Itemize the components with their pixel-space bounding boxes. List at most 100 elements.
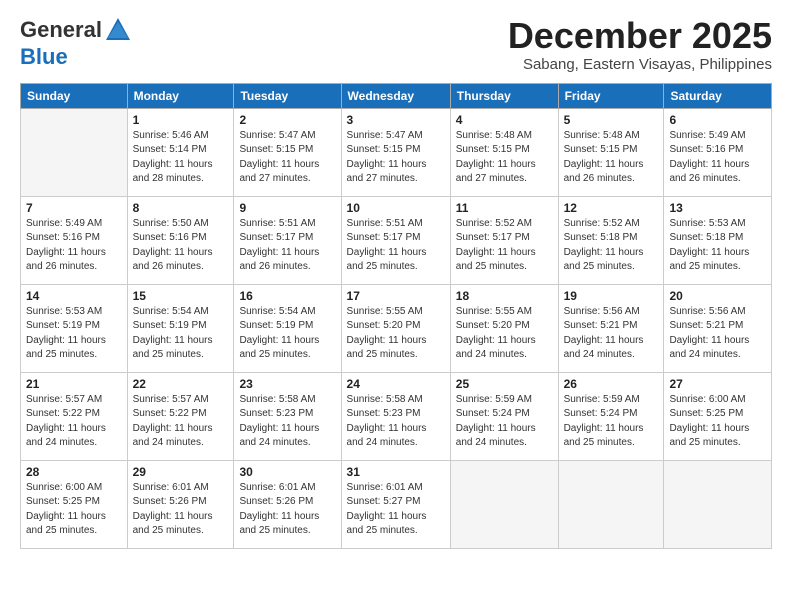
day-detail: Sunrise: 5:49 AM Sunset: 5:16 PM Dayligh… [669, 129, 766, 187]
calendar-cell: 27Sunrise: 6:00 AM Sunset: 5:25 PM Dayli… [664, 372, 772, 460]
day-detail: Sunrise: 5:56 AM Sunset: 5:21 PM Dayligh… [564, 305, 659, 363]
day-number: 2 [239, 113, 335, 127]
calendar-cell: 9 Sunrise: 5:51 AM Sunset: 5:17 PM Daylig… [234, 196, 341, 284]
day-detail: Sunrise: 5:59 AM Sunset: 5:24 PM Dayligh… [564, 393, 659, 451]
day-number: 18 [456, 289, 553, 303]
calendar-cell: 29Sunrise: 6:01 AM Sunset: 5:26 PM Dayli… [127, 460, 234, 548]
weekday-header-sunday: Sunday [21, 83, 128, 108]
day-detail: Sunrise: 5:55 AM Sunset: 5:20 PM Dayligh… [347, 305, 445, 363]
calendar-cell: 7Sunrise: 5:49 AM Sunset: 5:16 PM Daylig… [21, 196, 128, 284]
day-number: 17 [347, 289, 445, 303]
calendar-cell: 15 Sunrise: 5:54 AM Sunset: 5:19 PM Dayli… [127, 284, 234, 372]
day-number: 4 [456, 113, 553, 127]
calendar-cell [450, 460, 558, 548]
day-number: 20 [669, 289, 766, 303]
calendar-cell: 1 Sunrise: 5:46 AM Sunset: 5:14 PM Daylig… [127, 108, 234, 196]
calendar-cell: 14Sunrise: 5:53 AM Sunset: 5:19 PM Dayli… [21, 284, 128, 372]
day-detail: Sunrise: 5:58 AM Sunset: 5:23 PM Dayligh… [239, 393, 335, 451]
day-number: 14 [26, 289, 122, 303]
day-number: 8 [133, 201, 229, 215]
day-number: 25 [456, 377, 553, 391]
day-number: 9 [239, 201, 335, 215]
logo-icon [104, 16, 132, 44]
day-detail: Sunrise: 5:51 AM Sunset: 5:17 PM Dayligh… [239, 217, 335, 275]
logo-blue-text: Blue [20, 44, 68, 69]
day-detail: Sunrise: 5:49 AM Sunset: 5:16 PM Dayligh… [26, 217, 122, 275]
calendar-cell: 24 Sunrise: 5:58 AM Sunset: 5:23 PM Dayli… [341, 372, 450, 460]
day-detail: Sunrise: 5:51 AM Sunset: 5:17 PM Dayligh… [347, 217, 445, 275]
day-number: 12 [564, 201, 659, 215]
calendar-cell: 2 Sunrise: 5:47 AM Sunset: 5:15 PM Daylig… [234, 108, 341, 196]
weekday-header-monday: Monday [127, 83, 234, 108]
day-detail: Sunrise: 5:47 AM Sunset: 5:15 PM Dayligh… [347, 129, 445, 187]
calendar-cell: 19 Sunrise: 5:56 AM Sunset: 5:21 PM Dayli… [558, 284, 664, 372]
calendar-cell: 28 Sunrise: 6:00 AM Sunset: 5:25 PM Dayli… [21, 460, 128, 548]
calendar-week-row: 14Sunrise: 5:53 AM Sunset: 5:19 PM Dayli… [21, 284, 772, 372]
day-number: 19 [564, 289, 659, 303]
weekday-header-saturday: Saturday [664, 83, 772, 108]
day-number: 1 [133, 113, 229, 127]
day-detail: Sunrise: 5:58 AM Sunset: 5:23 PM Dayligh… [347, 393, 445, 451]
calendar-cell: 12 Sunrise: 5:52 AM Sunset: 5:18 PM Dayli… [558, 196, 664, 284]
day-detail: Sunrise: 5:48 AM Sunset: 5:15 PM Dayligh… [564, 129, 659, 187]
day-detail: Sunrise: 5:47 AM Sunset: 5:15 PM Dayligh… [239, 129, 335, 187]
calendar-table: SundayMondayTuesdayWednesdayThursdayFrid… [20, 83, 772, 549]
weekday-header-wednesday: Wednesday [341, 83, 450, 108]
calendar-cell: 23 Sunrise: 5:58 AM Sunset: 5:23 PM Dayli… [234, 372, 341, 460]
day-detail: Sunrise: 5:48 AM Sunset: 5:15 PM Dayligh… [456, 129, 553, 187]
month-title: December 2025 [508, 16, 772, 56]
calendar-cell: 17 Sunrise: 5:55 AM Sunset: 5:20 PM Dayli… [341, 284, 450, 372]
day-number: 23 [239, 377, 335, 391]
header: General Blue December 2025 Sabang, Easte… [20, 16, 772, 73]
calendar-cell: 13 Sunrise: 5:53 AM Sunset: 5:18 PM Dayli… [664, 196, 772, 284]
day-number: 15 [133, 289, 229, 303]
day-number: 24 [347, 377, 445, 391]
calendar-cell: 16 Sunrise: 5:54 AM Sunset: 5:19 PM Dayli… [234, 284, 341, 372]
calendar-cell: 5 Sunrise: 5:48 AM Sunset: 5:15 PM Daylig… [558, 108, 664, 196]
day-number: 31 [347, 465, 445, 479]
day-detail: Sunrise: 5:50 AM Sunset: 5:16 PM Dayligh… [133, 217, 229, 275]
calendar-week-row: 1 Sunrise: 5:46 AM Sunset: 5:14 PM Daylig… [21, 108, 772, 196]
calendar-cell: 4 Sunrise: 5:48 AM Sunset: 5:15 PM Daylig… [450, 108, 558, 196]
calendar-cell: 6 Sunrise: 5:49 AM Sunset: 5:16 PM Daylig… [664, 108, 772, 196]
day-number: 16 [239, 289, 335, 303]
calendar-cell: 3Sunrise: 5:47 AM Sunset: 5:15 PM Daylig… [341, 108, 450, 196]
day-number: 30 [239, 465, 335, 479]
day-detail: Sunrise: 5:54 AM Sunset: 5:19 PM Dayligh… [133, 305, 229, 363]
weekday-header-row: SundayMondayTuesdayWednesdayThursdayFrid… [21, 83, 772, 108]
day-detail: Sunrise: 5:53 AM Sunset: 5:18 PM Dayligh… [669, 217, 766, 275]
subtitle: Sabang, Eastern Visayas, Philippines [508, 56, 772, 73]
calendar-cell: 25 Sunrise: 5:59 AM Sunset: 5:24 PM Dayli… [450, 372, 558, 460]
day-number: 28 [26, 465, 122, 479]
calendar-cell: 20Sunrise: 5:56 AM Sunset: 5:21 PM Dayli… [664, 284, 772, 372]
day-number: 26 [564, 377, 659, 391]
calendar-week-row: 21 Sunrise: 5:57 AM Sunset: 5:22 PM Dayli… [21, 372, 772, 460]
day-detail: Sunrise: 5:57 AM Sunset: 5:22 PM Dayligh… [133, 393, 229, 451]
calendar-cell [21, 108, 128, 196]
calendar-cell: 8 Sunrise: 5:50 AM Sunset: 5:16 PM Daylig… [127, 196, 234, 284]
day-number: 21 [26, 377, 122, 391]
day-number: 10 [347, 201, 445, 215]
page: General Blue December 2025 Sabang, Easte… [0, 0, 792, 612]
day-detail: Sunrise: 6:01 AM Sunset: 5:26 PM Dayligh… [133, 481, 229, 539]
calendar-cell: 11 Sunrise: 5:52 AM Sunset: 5:17 PM Dayli… [450, 196, 558, 284]
day-number: 22 [133, 377, 229, 391]
calendar-cell: 31Sunrise: 6:01 AM Sunset: 5:27 PM Dayli… [341, 460, 450, 548]
day-detail: Sunrise: 6:00 AM Sunset: 5:25 PM Dayligh… [26, 481, 122, 539]
calendar-cell [558, 460, 664, 548]
day-detail: Sunrise: 5:57 AM Sunset: 5:22 PM Dayligh… [26, 393, 122, 451]
day-detail: Sunrise: 5:52 AM Sunset: 5:17 PM Dayligh… [456, 217, 553, 275]
day-detail: Sunrise: 5:54 AM Sunset: 5:19 PM Dayligh… [239, 305, 335, 363]
day-detail: Sunrise: 5:46 AM Sunset: 5:14 PM Dayligh… [133, 129, 229, 187]
day-number: 13 [669, 201, 766, 215]
day-detail: Sunrise: 5:52 AM Sunset: 5:18 PM Dayligh… [564, 217, 659, 275]
day-detail: Sunrise: 6:01 AM Sunset: 5:26 PM Dayligh… [239, 481, 335, 539]
logo-general-text: General [20, 19, 102, 41]
weekday-header-thursday: Thursday [450, 83, 558, 108]
day-number: 11 [456, 201, 553, 215]
day-detail: Sunrise: 5:59 AM Sunset: 5:24 PM Dayligh… [456, 393, 553, 451]
calendar-cell: 22 Sunrise: 5:57 AM Sunset: 5:22 PM Dayli… [127, 372, 234, 460]
day-number: 6 [669, 113, 766, 127]
day-detail: Sunrise: 6:00 AM Sunset: 5:25 PM Dayligh… [669, 393, 766, 451]
day-number: 5 [564, 113, 659, 127]
